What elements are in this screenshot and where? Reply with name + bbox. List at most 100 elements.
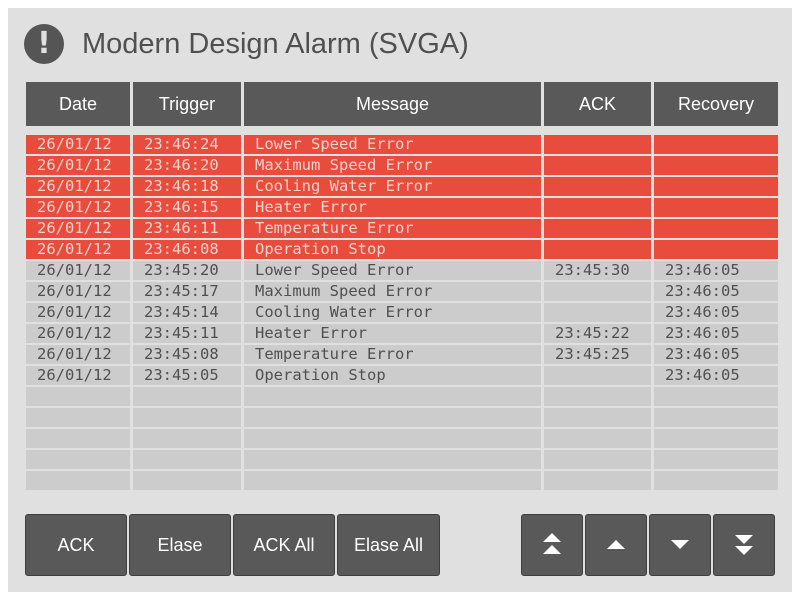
cell-recovery <box>654 387 778 406</box>
cell-ack <box>544 198 651 217</box>
cell-trigger <box>133 471 241 490</box>
cell-date: 26/01/12 <box>26 261 130 280</box>
cell-date <box>26 387 130 406</box>
column-header-ack[interactable]: ACK <box>544 82 651 126</box>
cell-trigger: 23:45:20 <box>133 261 241 280</box>
cell-ack <box>544 177 651 196</box>
alarm-row-active[interactable]: 26/01/12 23:46:20 Maximum Speed Error <box>26 156 778 175</box>
column-header-message[interactable]: Message <box>244 82 541 126</box>
cell-ack <box>544 450 651 469</box>
cell-message: Lower Speed Error <box>244 135 541 154</box>
cell-message <box>244 408 541 427</box>
cell-message: Heater Error <box>244 198 541 217</box>
cell-trigger <box>133 429 241 448</box>
alarm-row[interactable]: 26/01/12 23:45:17 Maximum Speed Error 23:46… <box>26 282 778 301</box>
cell-recovery <box>654 471 778 490</box>
cell-message: Operation Stop <box>244 366 541 385</box>
cell-recovery <box>654 429 778 448</box>
cell-message <box>244 429 541 448</box>
cell-date: 26/01/12 <box>26 324 130 343</box>
alarm-row[interactable] <box>26 387 778 406</box>
ack-all-button[interactable]: ACK All <box>233 514 335 576</box>
cell-trigger: 23:46:15 <box>133 198 241 217</box>
scroll-top-button[interactable] <box>521 514 583 576</box>
cell-message: Temperature Error <box>244 219 541 238</box>
cell-message: Cooling Water Error <box>244 177 541 196</box>
column-header-recovery[interactable]: Recovery <box>654 82 778 126</box>
cell-ack <box>544 240 651 259</box>
cell-recovery <box>654 219 778 238</box>
double-chevron-down-icon <box>735 535 753 555</box>
scroll-bottom-button[interactable] <box>713 514 775 576</box>
alarm-row[interactable] <box>26 450 778 469</box>
cell-trigger: 23:46:08 <box>133 240 241 259</box>
cell-ack <box>544 429 651 448</box>
cell-date <box>26 471 130 490</box>
cell-recovery: 23:46:05 <box>654 366 778 385</box>
cell-trigger <box>133 387 241 406</box>
cell-message <box>244 387 541 406</box>
cell-message <box>244 471 541 490</box>
alarm-row-active[interactable]: 26/01/12 23:46:15 Heater Error <box>26 198 778 217</box>
cell-ack <box>544 408 651 427</box>
cell-ack: 23:45:30 <box>544 261 651 280</box>
cell-recovery: 23:46:05 <box>654 345 778 364</box>
cell-ack <box>544 282 651 301</box>
cell-trigger <box>133 408 241 427</box>
cell-trigger: 23:46:18 <box>133 177 241 196</box>
cell-ack <box>544 156 651 175</box>
double-chevron-up-icon <box>543 533 561 554</box>
ack-button[interactable]: ACK <box>25 514 127 576</box>
cell-ack <box>544 219 651 238</box>
cell-trigger: 23:46:20 <box>133 156 241 175</box>
cell-trigger: 23:45:17 <box>133 282 241 301</box>
cell-ack <box>544 366 651 385</box>
scroll-up-button[interactable] <box>585 514 647 576</box>
alarm-row[interactable]: 26/01/12 23:45:20 Lower Speed Error 23:45:3… <box>26 261 778 280</box>
triangle-up-icon <box>607 540 625 549</box>
cell-trigger: 23:45:14 <box>133 303 241 322</box>
alarm-row-active[interactable]: 26/01/12 23:46:24 Lower Speed Error <box>26 135 778 154</box>
cell-trigger <box>133 450 241 469</box>
alarm-row[interactable]: 26/01/12 23:45:11 Heater Error 23:45:22 23:4… <box>26 324 778 343</box>
elase-all-button[interactable]: Elase All <box>337 514 440 576</box>
alarm-row[interactable]: 26/01/12 23:45:08 Temperature Error 23:45:2… <box>26 345 778 364</box>
alarm-row[interactable]: 26/01/12 23:45:14 Cooling Water Error 23:46… <box>26 303 778 322</box>
cell-date: 26/01/12 <box>26 135 130 154</box>
alarm-row-active[interactable]: 26/01/12 23:46:08 Operation Stop <box>26 240 778 259</box>
cell-date: 26/01/12 <box>26 345 130 364</box>
cell-date: 26/01/12 <box>26 303 130 322</box>
alarm-row[interactable]: 26/01/12 23:45:05 Operation Stop 23:46:05 <box>26 366 778 385</box>
cell-message: Operation Stop <box>244 240 541 259</box>
cell-trigger: 23:45:05 <box>133 366 241 385</box>
page-title: Modern Design Alarm (SVGA) <box>82 28 469 60</box>
alarm-row[interactable] <box>26 408 778 427</box>
triangle-down-icon <box>671 540 689 549</box>
cell-date: 26/01/12 <box>26 240 130 259</box>
elase-button[interactable]: Elase <box>129 514 231 576</box>
cell-message: Heater Error <box>244 324 541 343</box>
cell-recovery: 23:46:05 <box>654 261 778 280</box>
exclamation-circle-icon: ! <box>24 24 64 64</box>
column-header-trigger[interactable]: Trigger <box>133 82 241 126</box>
cell-message: Maximum Speed Error <box>244 156 541 175</box>
cell-ack <box>544 303 651 322</box>
cell-recovery: 23:46:05 <box>654 324 778 343</box>
cell-message: Lower Speed Error <box>244 261 541 280</box>
alarm-row-active[interactable]: 26/01/12 23:46:18 Cooling Water Error <box>26 177 778 196</box>
cell-message: Temperature Error <box>244 345 541 364</box>
cell-ack <box>544 135 651 154</box>
column-header-date[interactable]: Date <box>26 82 130 126</box>
alarm-row[interactable] <box>26 429 778 448</box>
cell-message: Maximum Speed Error <box>244 282 541 301</box>
alarm-table: 26/01/12 23:46:24 Lower Speed Error 26/01/1… <box>26 135 778 492</box>
scroll-down-button[interactable] <box>649 514 711 576</box>
cell-recovery: 23:46:05 <box>654 282 778 301</box>
cell-recovery <box>654 450 778 469</box>
alarm-row[interactable] <box>26 471 778 490</box>
cell-date: 26/01/12 <box>26 198 130 217</box>
cell-recovery <box>654 156 778 175</box>
alarm-row-active[interactable]: 26/01/12 23:46:11 Temperature Error <box>26 219 778 238</box>
cell-date <box>26 408 130 427</box>
cell-ack: 23:45:25 <box>544 345 651 364</box>
